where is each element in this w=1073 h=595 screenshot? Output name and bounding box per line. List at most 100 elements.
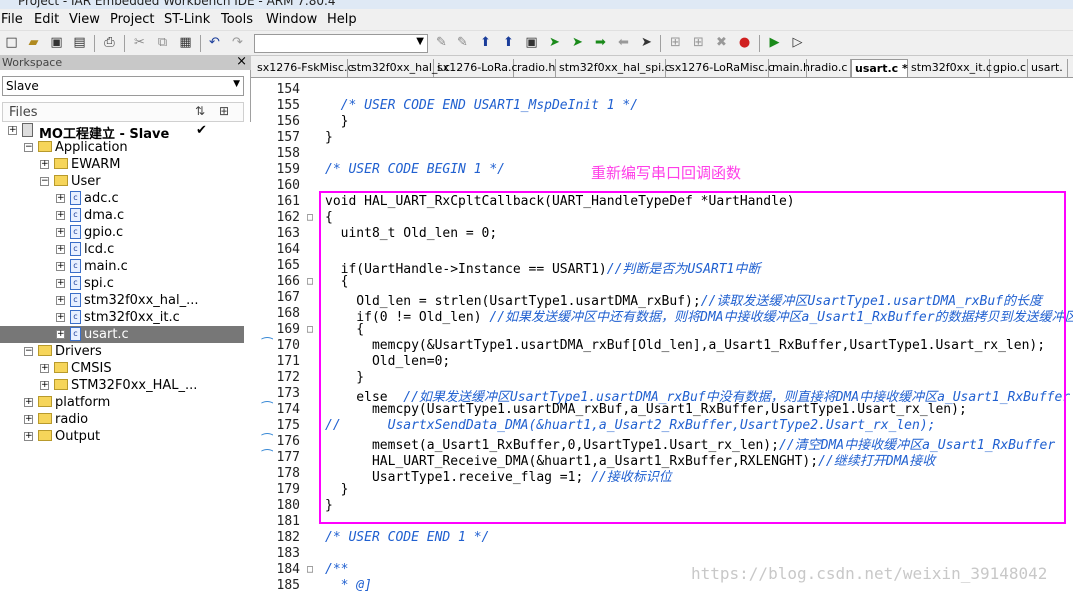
code-line[interactable]: /* USER CODE END USART1_MspDeInit 1 */ — [325, 98, 638, 113]
tree-project-item[interactable]: + MO工程建立 - Slave ✔ — [0, 122, 244, 142]
code-line[interactable]: * @] — [325, 578, 372, 593]
open-folder-icon[interactable]: ▰ — [24, 34, 43, 52]
expand-icon[interactable]: + — [56, 194, 65, 203]
find-next-icon[interactable]: ⬆ — [476, 34, 495, 52]
tree-file-item[interactable]: + c gpio.c — [0, 224, 244, 241]
menu-help[interactable]: Help — [327, 12, 357, 27]
editor-tab[interactable]: usart.c * — [851, 59, 908, 77]
menu-file[interactable]: File — [1, 12, 23, 27]
debug-no-download-icon[interactable]: ▷ — [788, 34, 807, 52]
stop-build-icon[interactable]: ✖ — [712, 34, 731, 52]
browse-icon[interactable]: ➤ — [637, 34, 656, 52]
menu-stlink[interactable]: ST-Link — [164, 12, 210, 27]
expand-icon[interactable]: + — [40, 160, 49, 169]
expand-icon[interactable]: + — [24, 398, 33, 407]
tree-file-item[interactable]: + c spi.c — [0, 275, 244, 292]
tree-file-item[interactable]: + c lcd.c — [0, 241, 244, 258]
tree-folder-item[interactable]: + STM32F0xx_HAL_... — [0, 377, 244, 394]
tree-file-item[interactable]: + c stm32f0xx_hal_... — [0, 292, 244, 309]
download-debug-icon[interactable]: ▶ — [765, 34, 784, 52]
collapse-icon[interactable]: − — [40, 177, 49, 186]
fold-icon[interactable]: □ — [307, 212, 315, 223]
collapse-icon[interactable]: − — [24, 347, 33, 356]
fold-icon[interactable]: □ — [307, 324, 315, 335]
menu-view[interactable]: View — [69, 12, 100, 27]
editor-tab[interactable]: radio.c — [807, 59, 851, 77]
workspace-scrollbar[interactable] — [244, 122, 251, 595]
expand-icon[interactable]: + — [56, 228, 65, 237]
tree-file-item[interactable]: + c main.c — [0, 258, 244, 275]
fold-icon[interactable]: □ — [307, 564, 315, 575]
close-icon[interactable]: × — [236, 54, 247, 69]
copy-icon[interactable]: ⧉ — [153, 34, 172, 52]
save-all-icon[interactable]: ▤ — [70, 34, 89, 52]
next-bookmark-icon[interactable]: ➤ — [568, 34, 587, 52]
breakpoint-icon[interactable]: ● — [735, 34, 754, 52]
expand-icon[interactable]: + — [56, 330, 65, 339]
menu-edit[interactable]: Edit — [34, 12, 59, 27]
redo-icon[interactable]: ↷ — [228, 34, 247, 52]
expand-icon[interactable]: + — [56, 296, 65, 305]
expand-icon[interactable]: + — [8, 126, 17, 135]
collapse-icon[interactable]: − — [24, 143, 33, 152]
expand-icon[interactable]: + — [56, 279, 65, 288]
replace-icon[interactable]: ⬆ — [499, 34, 518, 52]
find-icon[interactable]: ✎ — [432, 34, 451, 52]
files-header[interactable]: Files ⇅ ⊞ — [2, 102, 244, 122]
menu-project[interactable]: Project — [110, 12, 154, 27]
expand-icon[interactable]: + — [56, 245, 65, 254]
expand-icon[interactable]: + — [40, 364, 49, 373]
editor-tab[interactable]: radio.h — [514, 59, 556, 77]
find-prev-icon[interactable]: ✎ — [453, 34, 472, 52]
print-icon[interactable]: ⎙ — [100, 34, 119, 52]
code-editor[interactable]: 154 155 156 157 158 159 160 161 162 □ 163 164 165 166… — [251, 78, 1073, 595]
menu-window[interactable]: Window — [266, 12, 317, 27]
expand-icon[interactable]: + — [56, 211, 65, 220]
tree-folder-item[interactable]: + platform — [0, 394, 244, 411]
tree-folder-item[interactable]: + CMSIS — [0, 360, 244, 377]
tree-file-item[interactable]: + c adc.c — [0, 190, 244, 207]
expand-icon[interactable]: + — [24, 432, 33, 441]
tree-file-item[interactable]: + c usart.c — [0, 326, 244, 343]
expand-icon[interactable]: + — [56, 262, 65, 271]
configuration-select[interactable]: Slave ▼ — [2, 76, 244, 96]
make-icon[interactable]: ⊞ — [689, 34, 708, 52]
editor-tab[interactable]: sx1276-FskMisc.c — [254, 59, 354, 77]
editor-tab[interactable]: sx1276-LoRaMisc.c — [666, 59, 774, 77]
tree-folder-item[interactable]: − Application — [0, 139, 244, 156]
navigate-back-icon[interactable]: ⬅ — [614, 34, 633, 52]
editor-tab[interactable]: stm32f0xx_it.c — [908, 59, 992, 77]
filter-icon[interactable]: ⊞ — [219, 104, 229, 118]
save-icon[interactable]: ▣ — [47, 34, 66, 52]
bookmark-icon[interactable]: ➤ — [545, 34, 564, 52]
expand-icon[interactable]: + — [24, 415, 33, 424]
tree-folder-item[interactable]: + Output — [0, 428, 244, 445]
code-line[interactable]: /* USER CODE BEGIN 1 */ — [325, 162, 505, 177]
cut-icon[interactable]: ✂ — [130, 34, 149, 52]
tree-file-item[interactable]: + c stm32f0xx_it.c — [0, 309, 244, 326]
paste-icon[interactable]: ▦ — [176, 34, 195, 52]
expand-icon[interactable]: + — [56, 313, 65, 322]
fold-icon[interactable]: □ — [307, 276, 315, 287]
navigate-forward-icon[interactable]: ➡ — [591, 34, 610, 52]
editor-tab[interactable]: stm32f0xx_hal_i.c — [348, 59, 450, 77]
tree-folder-item[interactable]: + EWARM — [0, 156, 244, 173]
menu-tools[interactable]: Tools — [221, 12, 253, 27]
expand-icon[interactable]: + — [40, 381, 49, 390]
editor-tab[interactable]: stm32f0xx_hal_spi.c — [556, 59, 671, 77]
code-line[interactable]: } — [325, 114, 349, 129]
tree-folder-item[interactable]: − User — [0, 173, 244, 190]
new-file-icon[interactable]: □ — [2, 34, 21, 52]
sort-icon[interactable]: ⇅ — [195, 104, 205, 118]
find-combo[interactable]: ▼ — [254, 34, 428, 53]
compile-icon[interactable]: ⊞ — [666, 34, 685, 52]
goto-icon[interactable]: ▣ — [522, 34, 541, 52]
tree-folder-item[interactable]: + radio — [0, 411, 244, 428]
editor-tab[interactable]: gpio.c — [990, 59, 1028, 77]
tree-file-item[interactable]: + c dma.c — [0, 207, 244, 224]
code-line[interactable]: } — [325, 130, 333, 145]
tree-folder-item[interactable]: − Drivers — [0, 343, 244, 360]
editor-tab[interactable]: usart. — [1028, 59, 1068, 77]
editor-tab[interactable]: sx1276-LoRa.c — [434, 59, 518, 77]
editor-tab[interactable]: main.h — [769, 59, 810, 77]
